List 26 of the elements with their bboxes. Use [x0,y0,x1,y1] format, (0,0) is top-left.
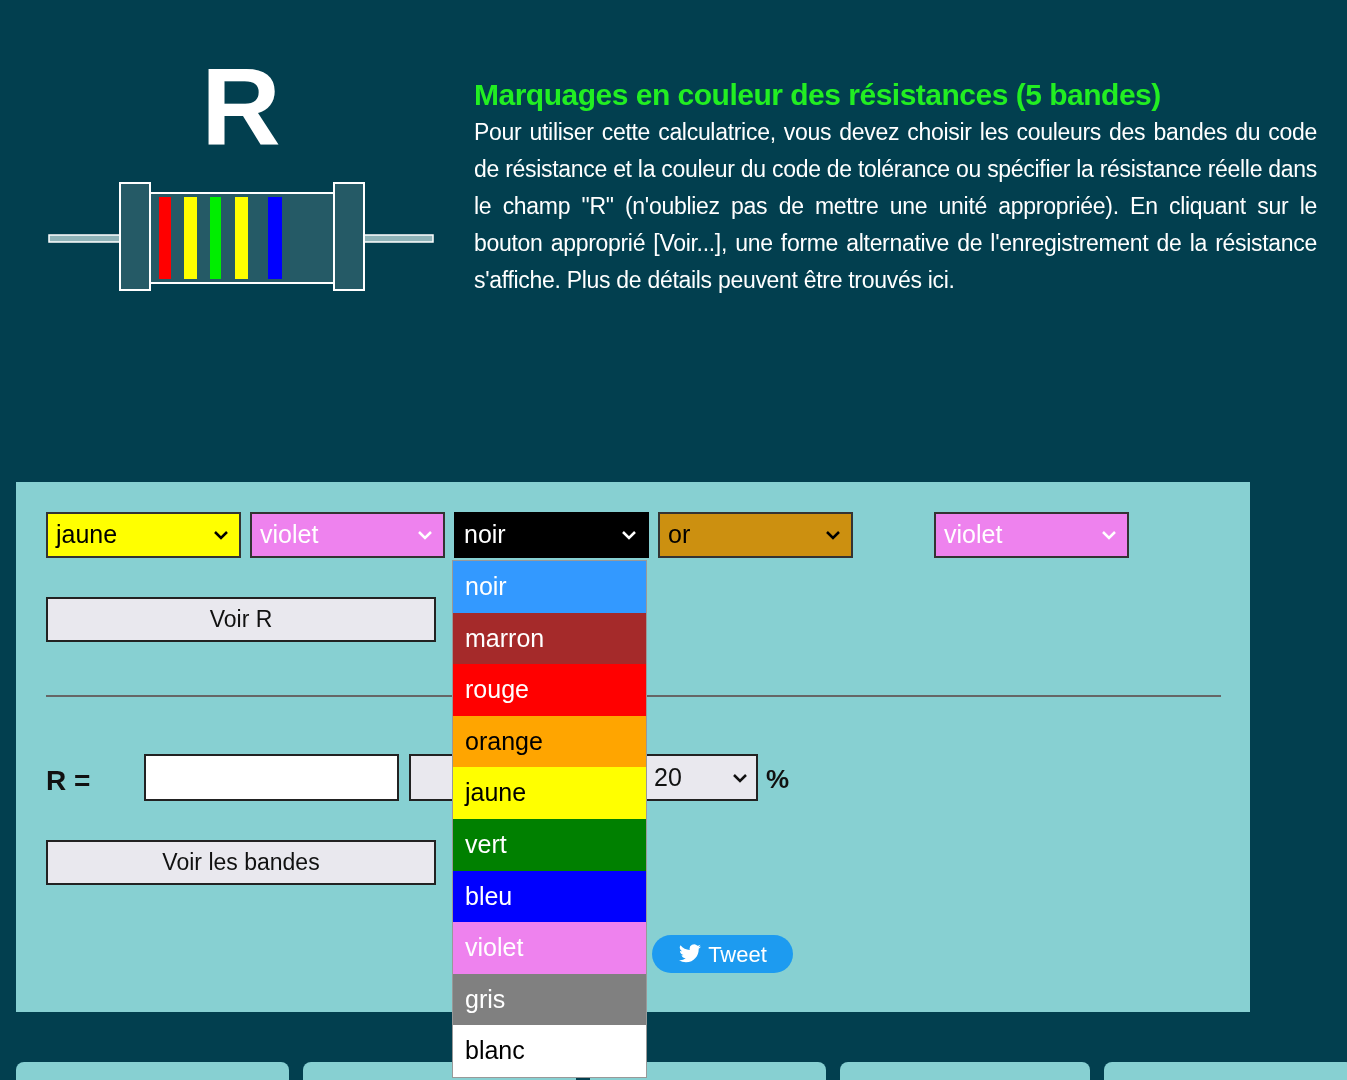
page-title: Marquages en couleur des résistances (5 bandes) [474,77,1162,113]
chevron-down-icon [417,530,433,540]
dropdown-option[interactable]: bleu [453,870,646,923]
chevron-down-icon [1101,530,1117,540]
dropdown-option[interactable]: rouge [453,664,646,716]
dropdown-option[interactable]: vert [453,818,646,871]
resistance-input[interactable] [144,754,399,801]
show-bands-button[interactable]: Voir les bandes [46,840,436,885]
dropdown-option[interactable]: blanc [453,1025,646,1077]
color-select[interactable]: or [658,512,853,558]
chevron-down-icon [732,772,748,783]
dropdown-option[interactable]: orange [453,715,646,768]
chevron-down-icon [213,530,229,540]
logo-letter: R [201,52,281,162]
chevron-down-icon [825,530,841,540]
show-r-button[interactable]: Voir R [46,597,436,642]
color-select[interactable]: noir [454,512,649,558]
bird-icon [678,944,703,964]
dropdown-option[interactable]: marron [453,612,646,665]
r-label: R = [46,764,91,798]
intro-paragraph: Pour utiliser cette calculatrice, vous devez choisir les couleurs des bandes du code de résistance et la couleur du code de tolérance ou spécifier la résistance réelle dans le champ "R" (n'oubliez pas de mettre une unité appropriée). En cliquant sur le bouton approprié [Voir...], une forme alternative de l'enregistrement de la résistance s'affiche. Plus de détails peuvent être trouvés ici. [474,118,1317,295]
percent-sign: % [766,763,790,796]
chevron-down-icon [621,530,637,540]
dropdown-option[interactable]: gris [453,973,646,1026]
dropdown-option[interactable]: jaune [453,767,646,819]
color-select[interactable]: jaune [46,512,241,558]
